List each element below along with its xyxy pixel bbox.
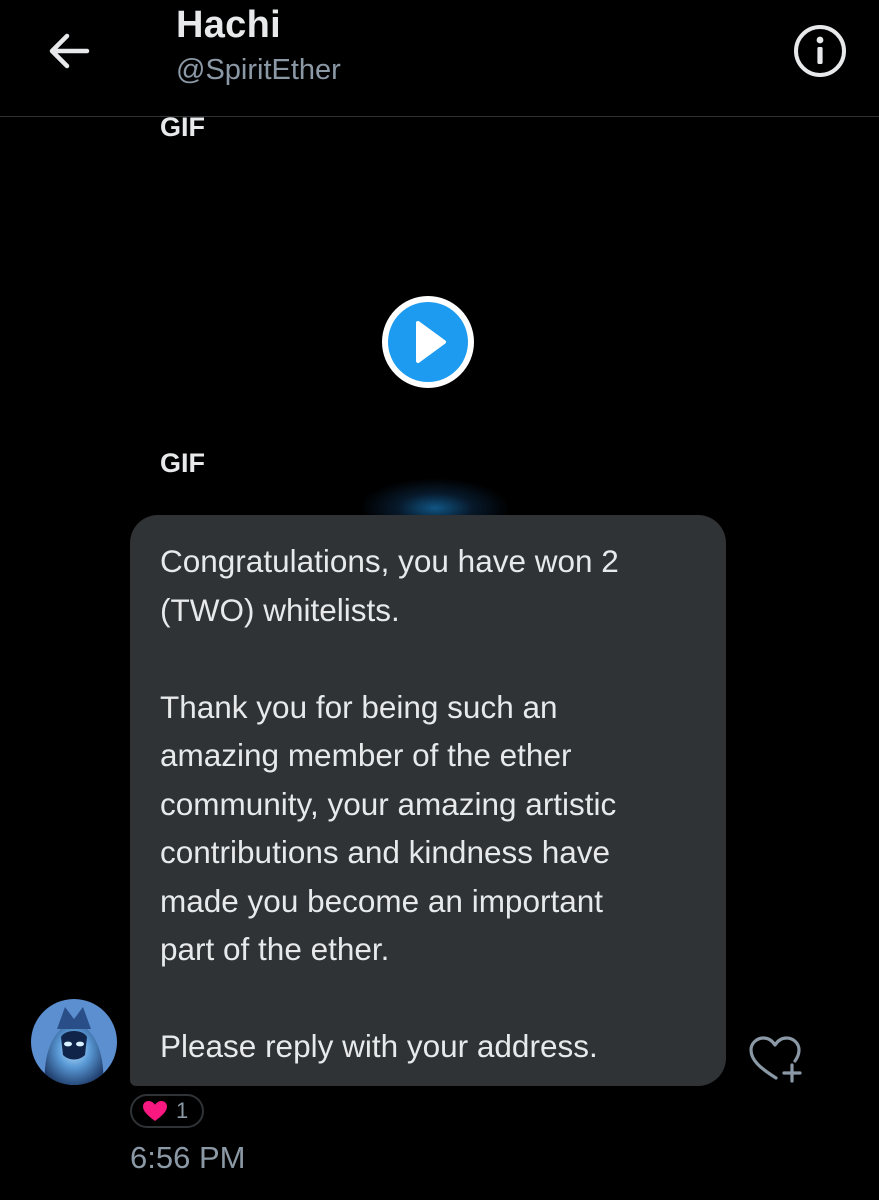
- heart-icon: [143, 1101, 167, 1121]
- reaction-count: 1: [176, 1098, 189, 1123]
- message-timestamp: 6:56 PM: [130, 1140, 246, 1175]
- gif-label: GIF: [160, 448, 205, 478]
- heart-plus-icon[interactable]: [746, 1034, 808, 1086]
- arrow-left-icon: [49, 33, 90, 69]
- message-bubble[interactable]: Congratulations, you have won 2 (TWO) wh…: [130, 515, 726, 1086]
- info-button[interactable]: [793, 24, 847, 78]
- conversation-header: Hachi @SpiritEther: [0, 0, 879, 117]
- info-icon: [794, 25, 846, 77]
- back-button[interactable]: [44, 26, 94, 76]
- message-text: Congratulations, you have won 2 (TWO) wh…: [160, 543, 619, 1064]
- conversation-title[interactable]: Hachi: [176, 4, 281, 47]
- gif-label: GIF: [160, 112, 205, 142]
- conversation-handle[interactable]: @SpiritEther: [176, 54, 341, 87]
- reaction-badge[interactable]: 1: [130, 1094, 204, 1128]
- avatar-image: [31, 999, 117, 1085]
- play-icon[interactable]: [380, 294, 476, 390]
- avatar[interactable]: [31, 999, 117, 1085]
